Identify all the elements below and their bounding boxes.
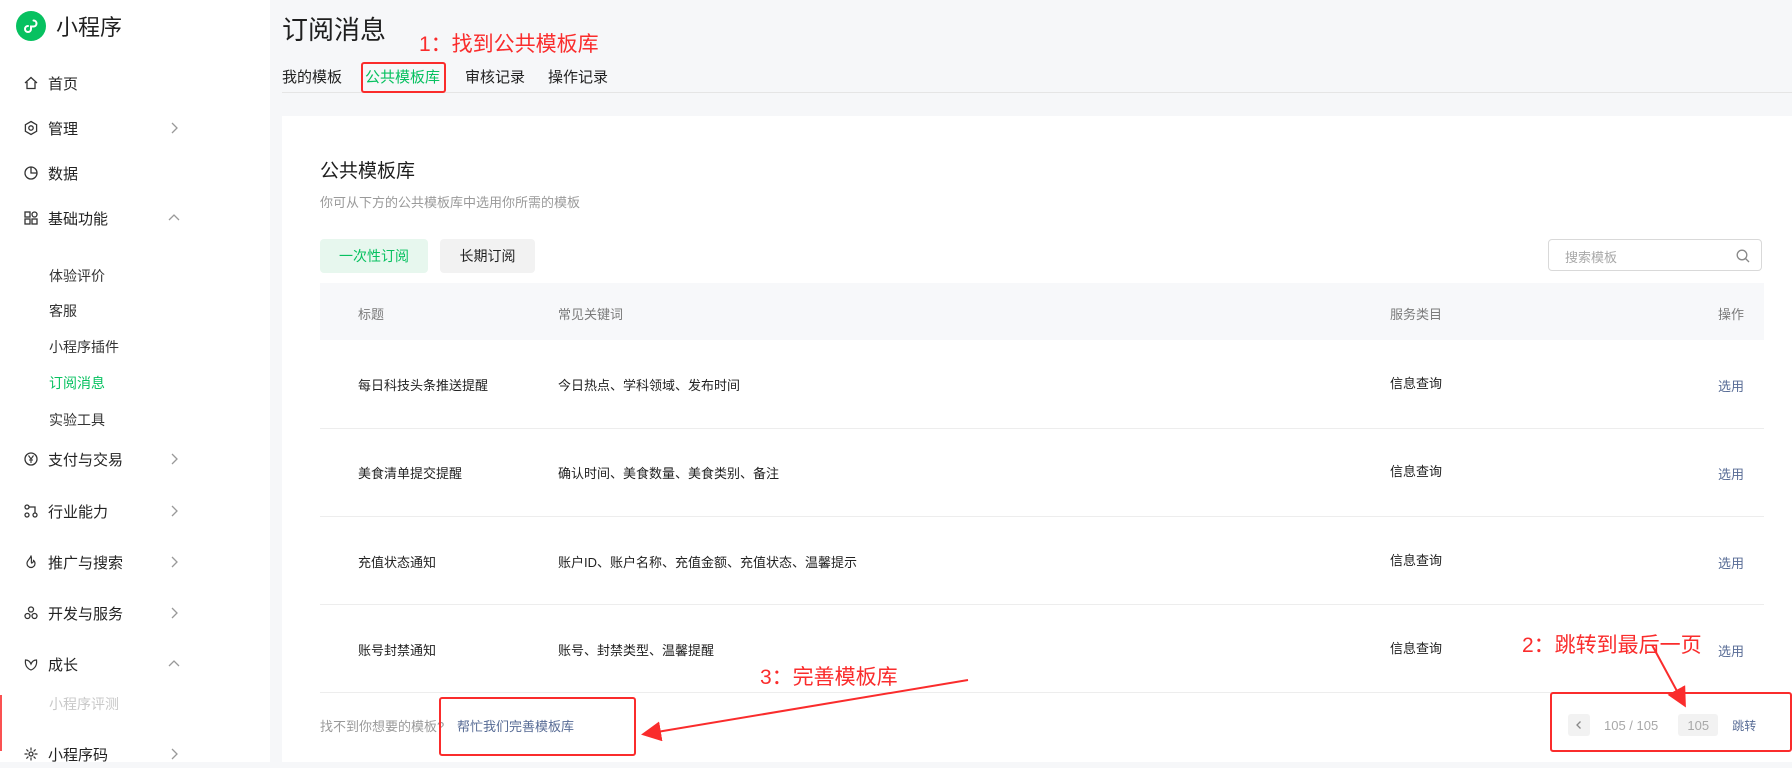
sidebar-item-label: 首页 xyxy=(48,75,79,93)
sidebar-item-label: 数据 xyxy=(48,165,79,183)
apps-icon xyxy=(22,209,40,227)
chevron-right-icon xyxy=(171,748,178,760)
footer-hint: 找不到你想要的模板? xyxy=(320,719,445,734)
sidebar-sub-plugin[interactable]: 小程序插件 xyxy=(49,337,119,357)
search-input[interactable] xyxy=(1563,246,1727,268)
page-title: 订阅消息 xyxy=(282,15,387,45)
settings-icon xyxy=(22,119,40,137)
tab-operation-records[interactable]: 操作记录 xyxy=(548,66,608,87)
select-button[interactable]: 选用 xyxy=(1718,376,1744,395)
table-row: 每日科技头条推送提醒 今日热点、学科领域、发布时间 信息查询 选用 xyxy=(320,340,1764,429)
row-keywords: 账号、封禁类型、温馨提醒 xyxy=(558,643,715,658)
sidebar-item-promotion[interactable]: 推广与搜索 xyxy=(22,548,182,576)
sidebar-item-label: 支付与交易 xyxy=(48,451,124,469)
sidebar-item-label: 推广与搜索 xyxy=(48,554,124,572)
column-header-title: 标题 xyxy=(358,307,385,322)
sidebar-item-dev[interactable]: 开发与服务 xyxy=(22,599,182,627)
sidebar-item-pay[interactable]: 支付与交易 xyxy=(22,445,182,473)
sidebar-item-home[interactable]: 首页 xyxy=(22,69,182,97)
sidebar-sub-evaluation[interactable]: 小程序评测 xyxy=(49,694,119,714)
sidebar-sub-lab[interactable]: 实验工具 xyxy=(49,410,105,430)
sidebar-item-label: 成长 xyxy=(48,656,79,674)
miniprogram-logo-icon xyxy=(16,11,46,41)
sidebar-item-qrcode[interactable]: 小程序码 xyxy=(22,740,182,768)
pie-chart-icon xyxy=(22,164,40,182)
table-header: 标题 常见关键词 服务类目 操作 xyxy=(320,283,1764,340)
brand[interactable]: 小程序 xyxy=(16,10,122,42)
dev-icon xyxy=(22,604,40,622)
row-title: 每日科技头条推送提醒 xyxy=(358,378,489,393)
sidebar-item-label: 开发与服务 xyxy=(48,605,124,623)
chevron-up-icon xyxy=(168,214,180,221)
search-box xyxy=(1548,239,1762,271)
search-icon[interactable] xyxy=(1735,248,1751,264)
column-header-category: 服务类目 xyxy=(1390,307,1443,322)
annotation-box-pager xyxy=(1550,692,1792,752)
annotation-step-3: 3：完善模板库 xyxy=(760,666,898,689)
row-category: 信息查询 xyxy=(1390,641,1443,656)
row-title: 账号封禁通知 xyxy=(358,643,437,658)
sidebar-item-manage[interactable]: 管理 xyxy=(22,114,182,142)
growth-icon xyxy=(22,655,40,673)
chevron-right-icon xyxy=(171,453,178,465)
sidebar-item-basic[interactable]: 基础功能 xyxy=(22,204,182,232)
chevron-right-icon xyxy=(171,556,178,568)
chevron-up-icon xyxy=(168,660,180,667)
annotation-marker xyxy=(0,695,2,751)
sidebar-item-label: 行业能力 xyxy=(48,503,109,521)
flame-icon xyxy=(22,553,40,571)
sidebar-item-label: 基础功能 xyxy=(48,210,109,228)
select-button[interactable]: 选用 xyxy=(1718,641,1744,660)
select-button[interactable]: 选用 xyxy=(1718,553,1744,572)
sidebar-sub-subscribe[interactable]: 订阅消息 xyxy=(49,373,105,393)
row-category: 信息查询 xyxy=(1390,376,1443,391)
section-subtitle: 你可从下方的公共模板库中选用你所需的模板 xyxy=(320,195,581,210)
table-row: 美食清单提交提醒 确认时间、美食数量、美食类别、备注 信息查询 选用 xyxy=(320,428,1764,517)
tabs-divider xyxy=(282,92,1792,93)
annotation-step-1: 1：找到公共模板库 xyxy=(419,33,599,56)
row-category: 信息查询 xyxy=(1390,553,1443,568)
sidebar-item-data[interactable]: 数据 xyxy=(22,159,182,187)
brand-name: 小程序 xyxy=(56,15,123,40)
section-title: 公共模板库 xyxy=(320,161,416,182)
chevron-right-icon xyxy=(171,607,178,619)
row-keywords: 账户ID、账户名称、充值金额、充值状态、温馨提示 xyxy=(558,555,858,570)
tab-my-templates[interactable]: 我的模板 xyxy=(282,66,342,87)
industry-icon xyxy=(22,502,40,520)
sidebar-item-label: 小程序码 xyxy=(48,746,109,764)
home-icon xyxy=(22,74,40,92)
sidebar-item-industry[interactable]: 行业能力 xyxy=(22,497,182,525)
chevron-right-icon xyxy=(171,122,178,134)
row-title: 充值状态通知 xyxy=(358,555,437,570)
annotation-step-2: 2：跳转到最后一页 xyxy=(1522,634,1702,657)
qrcode-icon xyxy=(22,745,40,763)
select-button[interactable]: 选用 xyxy=(1718,464,1744,483)
row-keywords: 今日热点、学科领域、发布时间 xyxy=(558,378,741,393)
sidebar-sub-experience[interactable]: 体验评价 xyxy=(49,266,105,286)
sidebar-item-label: 管理 xyxy=(48,120,79,138)
row-title: 美食清单提交提醒 xyxy=(358,466,463,481)
sidebar: 小程序 首页 管理 数据 基础功能 体验评价 客服 小程序插件 订阅消息 实验工… xyxy=(0,0,270,764)
column-header-keywords: 常见关键词 xyxy=(558,307,624,322)
row-category: 信息查询 xyxy=(1390,464,1443,479)
column-header-action: 操作 xyxy=(1717,307,1744,322)
sidebar-item-growth[interactable]: 成长 xyxy=(22,650,182,678)
segment-long-term[interactable]: 长期订阅 xyxy=(440,239,535,273)
annotation-box-link xyxy=(439,697,636,756)
table-row: 充值状态通知 账户ID、账户名称、充值金额、充值状态、温馨提示 信息查询 选用 xyxy=(320,516,1764,605)
tab-review-records[interactable]: 审核记录 xyxy=(465,66,525,87)
sidebar-sub-service[interactable]: 客服 xyxy=(49,301,77,321)
chevron-right-icon xyxy=(171,505,178,517)
yuan-icon xyxy=(22,450,40,468)
annotation-box-tab xyxy=(361,62,446,93)
row-keywords: 确认时间、美食数量、美食类别、备注 xyxy=(558,466,780,481)
segment-one-time[interactable]: 一次性订阅 xyxy=(320,239,428,273)
